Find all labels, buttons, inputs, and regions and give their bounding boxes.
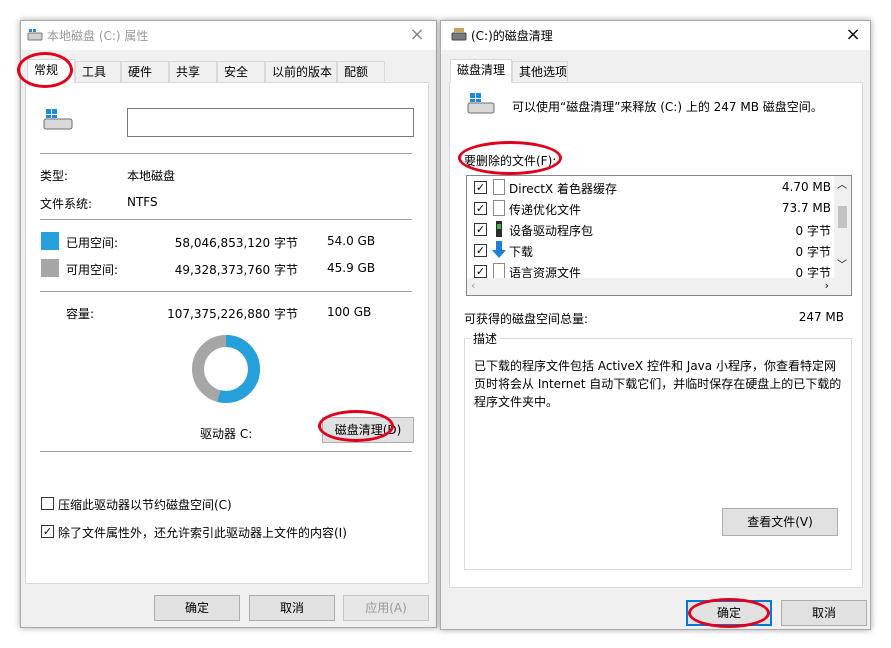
usage-donut-chart xyxy=(192,335,260,403)
general-panel: 类型: 本地磁盘 文件系统: NTFS 已用空间: 58,046,853,120… xyxy=(25,82,429,584)
file-name: 设备驱动程序包 xyxy=(509,224,594,238)
free-label: 可用空间: xyxy=(66,263,119,277)
tab-general[interactable]: 常规 xyxy=(27,59,75,83)
tab-tools[interactable]: 工具 xyxy=(75,61,121,83)
divider xyxy=(40,219,412,220)
scrollbar-thumb[interactable] xyxy=(838,206,847,228)
description-title: 描述 xyxy=(470,330,501,347)
disk-cleanup-panel: 可以使用“磁盘清理”来释放 (C:) 上的 247 MB 磁盘空间。 要删除的文… xyxy=(449,82,863,588)
tab-security[interactable]: 安全 xyxy=(217,61,265,83)
free-bytes: 49,328,373,760 字节 xyxy=(174,263,298,277)
file-name: 下载 xyxy=(509,245,534,259)
cancel-button[interactable]: 取消 xyxy=(781,600,867,626)
properties-window: 本地磁盘 (C:) 属性 × 常规 工具 硬件 共享 安全 以前的版本 配额 类… xyxy=(20,20,437,628)
file-checkbox[interactable]: ✓ xyxy=(474,244,487,257)
tab-sharing[interactable]: 共享 xyxy=(169,61,217,83)
capacity-label: 容量: xyxy=(66,307,95,321)
list-item[interactable]: ✓ DirectX 着色器缓存 4.70 MB xyxy=(471,177,836,198)
file-icon xyxy=(493,200,505,216)
intro-text: 可以使用“磁盘清理”来释放 (C:) 上的 247 MB 磁盘空间。 xyxy=(512,100,823,114)
files-list[interactable]: ✓ DirectX 着色器缓存 4.70 MB ✓ 传递优化文件 73.7 MB… xyxy=(466,175,852,296)
file-size: 0 字节 xyxy=(795,224,831,238)
tab-more-options[interactable]: 其他选项 xyxy=(512,61,568,83)
free-size: 45.9 GB xyxy=(327,261,376,275)
file-icon xyxy=(493,179,505,195)
ok-button[interactable]: 确定 xyxy=(686,600,772,626)
compress-label: 压缩此驱动器以节约磁盘空间(C) xyxy=(58,498,232,512)
list-item[interactable]: ✓ 下载 0 字节 xyxy=(471,240,836,261)
view-files-button[interactable]: 查看文件(V) xyxy=(722,508,838,536)
drive-icon xyxy=(27,29,43,41)
compress-checkbox[interactable] xyxy=(41,497,54,510)
drive-large-icon xyxy=(467,93,495,114)
free-color-swatch xyxy=(41,259,59,277)
apply-button[interactable]: 应用(A) xyxy=(343,595,429,621)
capacity-bytes: 107,375,226,880 字节 xyxy=(167,307,298,321)
list-item[interactable]: ✓ 设备驱动程序包 0 字节 xyxy=(471,219,836,240)
ok-button[interactable]: 确定 xyxy=(154,595,240,621)
tab-hardware[interactable]: 硬件 xyxy=(121,61,169,83)
tab-disk-cleanup[interactable]: 磁盘清理 xyxy=(450,59,512,83)
tab-previous-versions[interactable]: 以前的版本 xyxy=(265,61,337,83)
file-checkbox[interactable]: ✓ xyxy=(474,181,487,194)
filesystem-value: NTFS xyxy=(127,195,158,209)
file-name: 传递优化文件 xyxy=(509,203,582,217)
used-size: 54.0 GB xyxy=(327,234,376,248)
download-arrow-icon xyxy=(492,241,506,258)
capacity-size: 100 GB xyxy=(327,305,372,319)
files-to-delete-label: 要删除的文件(F): xyxy=(464,154,557,168)
total-space-label: 可获得的磁盘空间总量: xyxy=(464,312,589,326)
close-icon[interactable]: × xyxy=(404,24,430,46)
file-checkbox[interactable]: ✓ xyxy=(474,202,487,215)
chevron-up-icon[interactable]: ︿ xyxy=(837,176,847,191)
file-size: 0 字节 xyxy=(795,245,831,259)
divider xyxy=(40,291,412,292)
disk-cleanup-titlebar[interactable]: (C:)的磁盘清理 × xyxy=(441,21,870,50)
type-label: 类型: xyxy=(40,169,69,183)
disk-cleanup-button[interactable]: 磁盘清理(D) xyxy=(322,417,414,443)
list-item[interactable]: ✓ 传递优化文件 73.7 MB xyxy=(471,198,836,219)
index-label: 除了文件属性外，还允许索引此驱动器上文件的内容(I) xyxy=(58,526,347,540)
index-checkbox[interactable]: ✓ xyxy=(41,525,54,538)
properties-title: 本地磁盘 (C:) 属性 xyxy=(47,29,149,43)
file-name: DirectX 着色器缓存 xyxy=(509,182,617,196)
disk-cleanup-window: (C:)的磁盘清理 × 磁盘清理 其他选项 可以使用“磁盘清理”来释放 (C:)… xyxy=(440,20,871,630)
file-checkbox[interactable]: ✓ xyxy=(474,223,487,236)
disk-cleanup-icon xyxy=(451,28,467,41)
tab-quota[interactable]: 配额 xyxy=(337,61,385,83)
file-checkbox[interactable]: ✓ xyxy=(474,265,487,278)
file-size: 4.70 MB xyxy=(781,180,831,194)
horizontal-scrollbar[interactable]: ‹ › xyxy=(467,278,851,295)
properties-titlebar[interactable]: 本地磁盘 (C:) 属性 × xyxy=(21,21,436,50)
total-space-value: 247 MB xyxy=(798,310,844,324)
driver-package-icon xyxy=(496,221,502,237)
chevron-right-icon[interactable]: › xyxy=(825,279,829,292)
divider xyxy=(40,451,412,452)
description-text: 已下载的程序文件包括 ActiveX 控件和 Java 小程序，你查看特定网页时… xyxy=(474,359,842,409)
drive-name-field[interactable] xyxy=(127,108,414,137)
chevron-left-icon[interactable]: ‹ xyxy=(471,279,475,292)
filesystem-label: 文件系统: xyxy=(40,197,93,211)
file-size: 73.7 MB xyxy=(781,201,831,215)
divider xyxy=(40,153,412,154)
used-label: 已用空间: xyxy=(66,236,119,250)
chevron-down-icon[interactable]: ﹀ xyxy=(837,256,847,271)
vertical-scrollbar[interactable]: ︿ ﹀ xyxy=(834,176,851,278)
used-color-swatch xyxy=(41,232,59,250)
drive-large-icon xyxy=(43,109,73,130)
drive-letter-label: 驱动器 C: xyxy=(200,427,253,441)
cancel-button[interactable]: 取消 xyxy=(249,595,335,621)
type-value: 本地磁盘 xyxy=(127,169,176,183)
close-icon[interactable]: × xyxy=(840,24,866,46)
disk-cleanup-title: (C:)的磁盘清理 xyxy=(471,29,553,43)
file-icon xyxy=(493,263,505,279)
used-bytes: 58,046,853,120 字节 xyxy=(174,236,298,250)
